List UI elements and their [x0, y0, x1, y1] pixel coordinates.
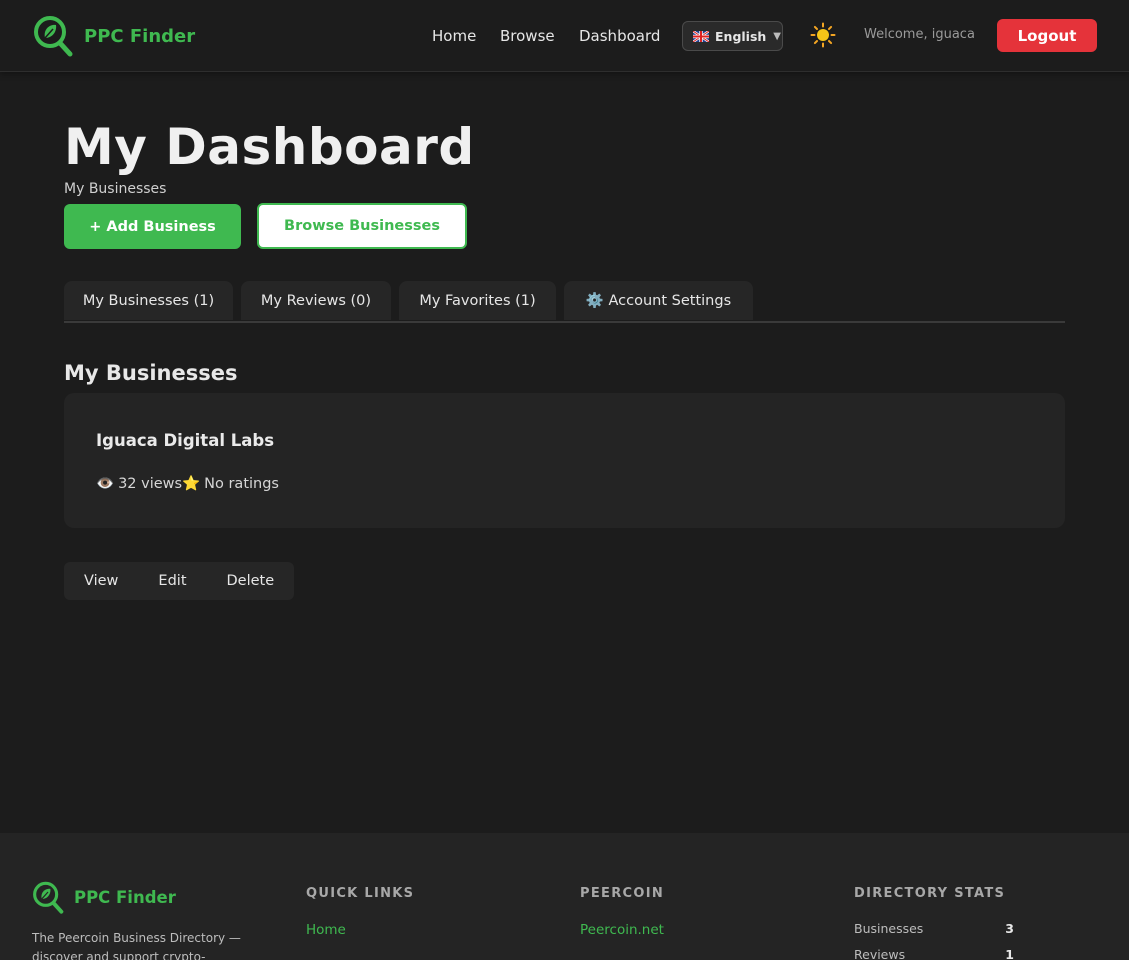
footer-brand[interactable]: PPC Finder — [32, 881, 176, 914]
business-card: Iguaca Digital Labs 👁️ 32 views ⭐ No rat… — [64, 393, 1065, 528]
section-title: My Businesses — [64, 361, 238, 385]
tab-my-businesses[interactable]: My Businesses (1) — [64, 281, 233, 320]
welcome-text: Welcome, iguaca — [864, 27, 975, 42]
delete-button[interactable]: Delete — [206, 562, 295, 600]
nav-home-link[interactable]: Home — [432, 27, 476, 45]
tab-my-reviews[interactable]: My Reviews (0) — [241, 281, 391, 320]
language-label: English — [715, 28, 767, 44]
star-icon: ⭐ — [182, 476, 201, 492]
eye-icon: 👁️ — [96, 476, 115, 492]
quick-links-heading: QUICK LINKS — [306, 886, 415, 901]
footer-link-peercoin-net[interactable]: Peercoin.net — [580, 922, 664, 938]
nav-dashboard-link[interactable]: Dashboard — [579, 27, 660, 45]
nav-browse-link[interactable]: Browse — [500, 27, 555, 45]
chevron-down-icon: ▼ — [773, 30, 781, 42]
business-name[interactable]: Iguaca Digital Labs — [96, 431, 274, 450]
footer-brand-name: PPC Finder — [74, 888, 176, 907]
logout-button[interactable]: Logout — [997, 19, 1097, 52]
business-actions: View Edit Delete — [64, 562, 295, 600]
footer-description: The Peercoin Business Directory — discov… — [32, 931, 241, 960]
business-stats: 👁️ 32 views ⭐ No ratings — [96, 475, 279, 493]
stat-label: Businesses — [854, 921, 924, 936]
tab-account-settings[interactable]: ⚙️ Account Settings — [564, 281, 753, 320]
stat-value: 1 — [1005, 947, 1014, 960]
rating-text: No ratings — [204, 475, 279, 492]
page-title: My Dashboard — [64, 118, 475, 176]
stat-row-reviews: Reviews 1 — [854, 947, 1014, 960]
stat-row-businesses: Businesses 3 — [854, 921, 1014, 936]
edit-button[interactable]: Edit — [138, 562, 207, 600]
dashboard-tabs: My Businesses (1) My Reviews (0) My Favo… — [64, 281, 1065, 323]
top-navbar: PPC Finder Home Browse Dashboard English… — [0, 0, 1129, 72]
footer: PPC Finder The Peercoin Business Directo… — [0, 833, 1129, 960]
add-business-button[interactable]: + Add Business — [64, 204, 241, 249]
tab-my-favorites[interactable]: My Favorites (1) — [399, 281, 556, 320]
language-select[interactable]: English ▼ — [682, 21, 783, 51]
footer-link-partial[interactable] — [306, 955, 396, 960]
view-button[interactable]: View — [64, 562, 139, 600]
search-leaf-logo-icon — [33, 881, 64, 914]
peercoin-heading: PEERCOIN — [580, 886, 665, 901]
page-subtitle: My Businesses — [64, 181, 167, 197]
sun-icon[interactable] — [810, 22, 836, 48]
uk-flag-icon — [693, 30, 709, 42]
views-count: 32 views — [118, 475, 183, 492]
stat-label: Reviews — [854, 947, 906, 960]
stat-value: 3 — [1005, 921, 1014, 936]
directory-stats-heading: DIRECTORY STATS — [854, 886, 1006, 901]
footer-link-home[interactable]: Home — [306, 922, 346, 938]
browse-businesses-button[interactable]: Browse Businesses — [257, 203, 467, 249]
